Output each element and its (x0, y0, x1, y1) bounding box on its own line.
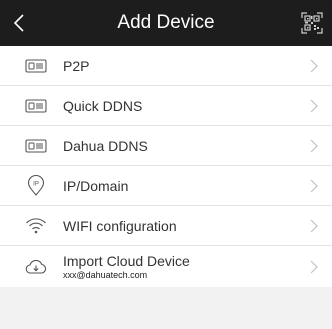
device-recorder-icon (25, 95, 47, 117)
option-label: IP/Domain (63, 177, 129, 194)
option-ip-domain[interactable]: IP IP/Domain (0, 166, 332, 206)
option-p2p[interactable]: P2P (0, 46, 332, 86)
option-label: Quick DDNS (63, 97, 143, 114)
option-label: WIFI configuration (63, 217, 177, 234)
scan-qr-button[interactable] (301, 12, 323, 34)
wifi-icon (25, 215, 47, 237)
chevron-left-icon (13, 13, 25, 33)
page-title: Add Device (117, 12, 215, 33)
svg-text:IP: IP (33, 181, 39, 187)
ip-pin-icon: IP (25, 174, 47, 197)
top-nav-bar: Add Device (0, 0, 332, 46)
cloud-download-icon (25, 256, 47, 278)
option-label: Dahua DDNS (63, 137, 148, 154)
device-recorder-icon (25, 55, 47, 77)
chevron-right-icon (310, 179, 318, 193)
option-wifi-configuration[interactable]: WIFI configuration (0, 206, 332, 246)
chevron-right-icon (310, 219, 318, 233)
back-button[interactable] (8, 8, 30, 38)
option-label: Import Cloud Device (63, 253, 190, 269)
option-text: Import Cloud Device xxx@dahuatech.com (63, 253, 190, 280)
chevron-right-icon (310, 139, 318, 153)
qr-scan-icon (301, 12, 323, 34)
device-recorder-icon (25, 135, 47, 157)
chevron-right-icon (310, 59, 318, 73)
option-dahua-ddns[interactable]: Dahua DDNS (0, 126, 332, 166)
chevron-right-icon (310, 99, 318, 113)
add-device-option-list: P2P Quick DDNS Dahua DDNS IP IP/Domain W… (0, 46, 332, 287)
account-email: xxx@dahuatech.com (63, 270, 148, 280)
option-import-cloud-device[interactable]: Import Cloud Device xxx@dahuatech.com (0, 246, 332, 287)
chevron-right-icon (310, 260, 318, 274)
option-label: P2P (63, 57, 90, 74)
option-quick-ddns[interactable]: Quick DDNS (0, 86, 332, 126)
